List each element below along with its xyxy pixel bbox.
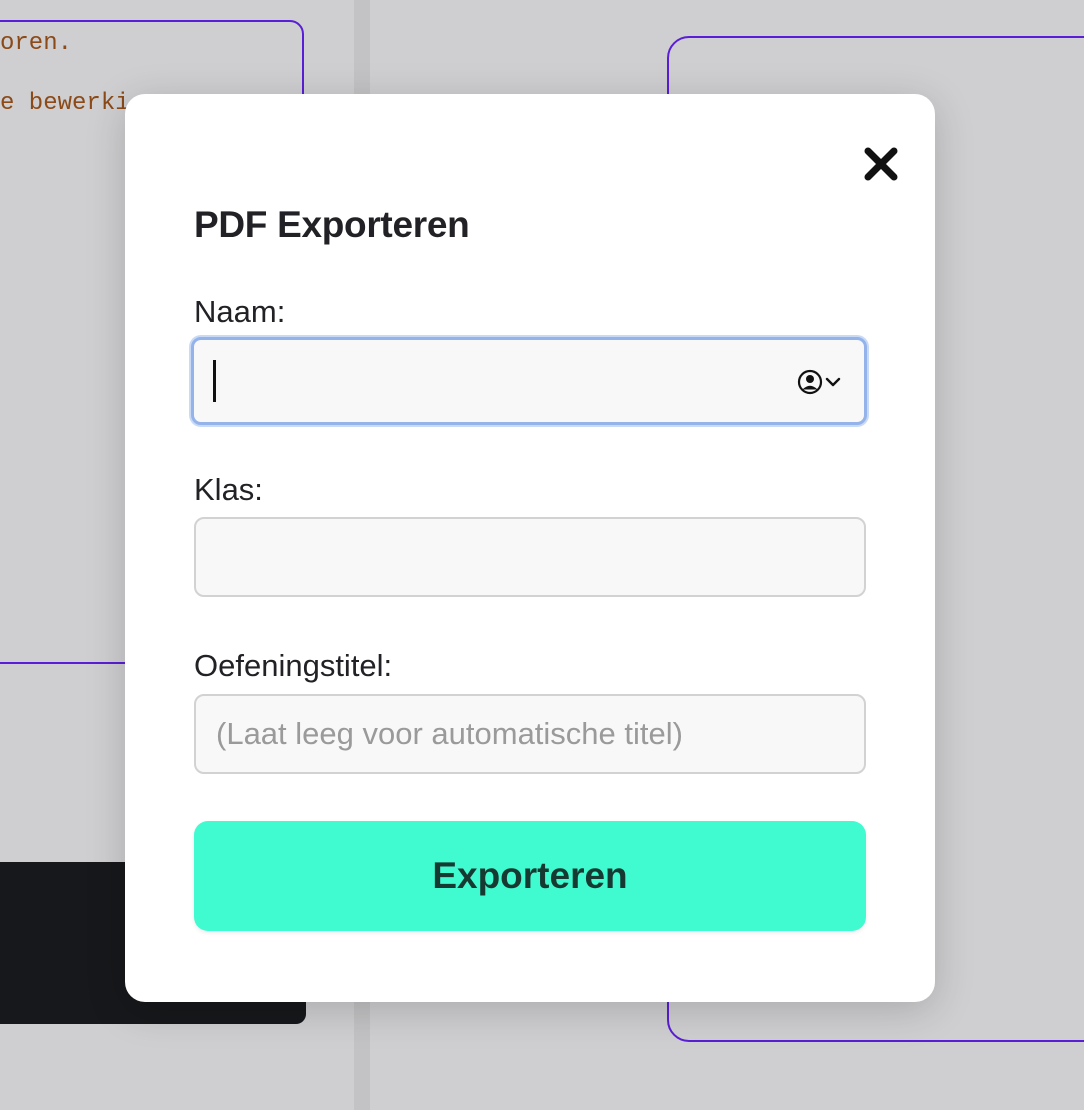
text-caret xyxy=(213,360,216,402)
close-x-icon xyxy=(864,147,898,181)
klas-input[interactable] xyxy=(194,517,866,597)
oefeningstitel-label: Oefeningstitel: xyxy=(194,648,393,683)
naam-label: Naam: xyxy=(194,294,286,329)
naam-input[interactable] xyxy=(191,337,867,425)
dialog-title: PDF Exporteren xyxy=(194,204,470,245)
contact-autofill-icon[interactable] xyxy=(797,368,845,396)
close-button[interactable] xyxy=(861,144,901,184)
export-button[interactable]: Exporteren xyxy=(194,821,866,931)
background-code-line: oren. xyxy=(0,30,73,57)
oefeningstitel-input[interactable] xyxy=(194,694,866,774)
export-pdf-dialog: PDF Exporteren Naam: Klas: Oefeningstite… xyxy=(125,94,935,1002)
klas-label: Klas: xyxy=(194,472,263,507)
